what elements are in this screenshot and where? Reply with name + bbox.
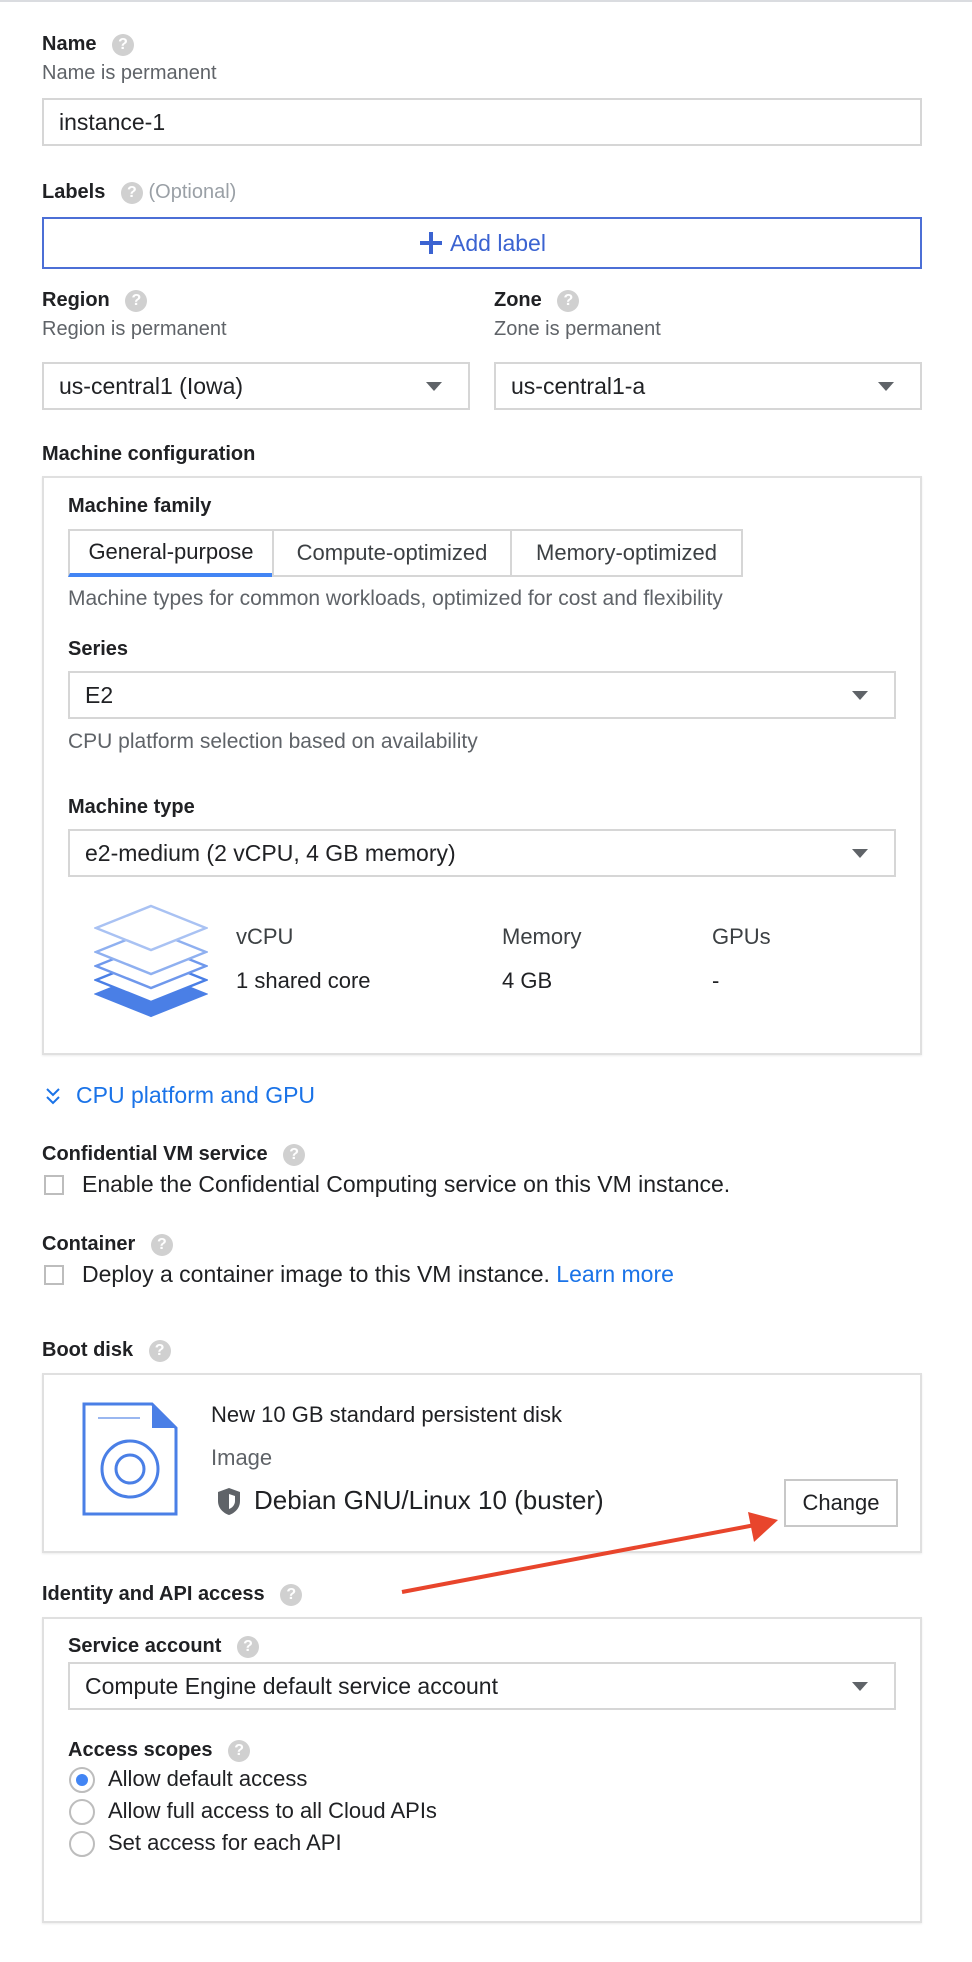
confidential-vm-label: Confidential VM service ? [42,1143,306,1166]
machine-family-tabs: General-purpose Compute-optimized Memory… [68,529,743,577]
dropdown-caret-icon [852,1682,868,1691]
vcpu-label: vCPU [236,924,294,949]
radio-set-access-each-api[interactable] [69,1831,95,1857]
gpus-value: - [712,968,720,993]
radio-allow-default-access[interactable] [69,1767,95,1793]
container-label-text: Container [42,1233,136,1255]
container-label: Container ? [42,1233,173,1256]
confidential-vm-checkbox-label: Enable the Confidential Computing servic… [82,1171,731,1197]
cpu-platform-gpu-text: CPU platform and GPU [76,1082,316,1108]
boot-disk-title: New 10 GB standard persistent disk [211,1402,562,1427]
cpu-platform-gpu-link[interactable]: CPU platform and GPU [44,1082,315,1109]
boot-disk-image-label: Image [211,1445,273,1470]
name-label: Name ? [42,33,135,56]
dropdown-caret-icon [852,849,868,858]
container-checkbox-text: Deploy a container image to this VM inst… [82,1261,550,1287]
radio-allow-full-access[interactable] [69,1799,95,1825]
region-label-text: Region [42,289,110,311]
access-scopes-label: Access scopes ? [68,1739,251,1762]
region-label: Region ? [42,289,148,312]
help-icon[interactable]: ? [125,289,148,312]
shield-icon [218,1487,240,1515]
series-select-value: E2 [85,681,114,708]
name-input-value: instance-1 [59,108,166,135]
identity-api-label: Identity and API access ? [42,1583,303,1606]
series-select[interactable]: E2 [68,671,896,719]
help-icon[interactable]: ? [283,1143,306,1166]
plus-icon [420,232,443,254]
container-checkbox-label: Deploy a container image to this VM inst… [82,1261,674,1288]
identity-api-label-text: Identity and API access [42,1583,265,1605]
series-desc: CPU platform selection based on availabi… [68,730,478,753]
dropdown-caret-icon [426,382,442,391]
boot-disk-label-text: Boot disk [42,1339,134,1361]
service-account-select[interactable]: Compute Engine default service account [68,1662,896,1710]
name-input[interactable]: instance-1 [42,98,922,146]
labels-optional: (Optional) [148,181,237,203]
top-divider [0,0,972,2]
learn-more-link[interactable]: Learn more [556,1261,674,1287]
machine-config-title: Machine configuration [42,443,256,465]
help-icon[interactable]: ? [148,1339,171,1362]
zone-select[interactable]: us-central1-a [494,362,922,410]
boot-disk-label: Boot disk ? [42,1339,171,1362]
dropdown-caret-icon [878,382,894,391]
service-account-label: Service account ? [68,1635,259,1658]
region-select-value: us-central1 (Iowa) [59,372,244,399]
zone-select-value: us-central1-a [511,372,646,399]
access-scopes-label-text: Access scopes [68,1739,213,1761]
disk-file-icon [82,1402,178,1516]
service-account-select-value: Compute Engine default service account [85,1672,498,1699]
machine-type-select[interactable]: e2-medium (2 vCPU, 4 GB memory) [68,829,896,877]
identity-api-card: Service account ? Compute Engine default… [42,1617,922,1923]
series-label: Series [68,638,129,660]
help-icon[interactable]: ? [120,181,143,204]
name-sub: Name is permanent [42,62,217,84]
help-icon[interactable]: ? [557,289,580,312]
change-boot-disk-button[interactable]: Change [784,1479,898,1527]
gpus-label: GPUs [712,924,771,949]
region-select[interactable]: us-central1 (Iowa) [42,362,470,410]
labels-label: Labels ? (Optional) [42,181,236,204]
dropdown-caret-icon [852,691,868,700]
confidential-vm-checkbox[interactable] [44,1175,64,1195]
help-icon[interactable]: ? [236,1635,259,1658]
labels-label-text: Labels [42,181,106,203]
help-icon[interactable]: ? [112,33,135,56]
annotation-arrow [401,1512,778,1594]
confidential-vm-label-text: Confidential VM service [42,1143,268,1165]
help-icon[interactable]: ? [280,1583,303,1606]
add-label-button[interactable]: Add label [42,217,922,269]
radio-set-access-each-api-label: Set access for each API [108,1830,342,1855]
tab-memory-optimized[interactable]: Memory-optimized [510,529,743,577]
vcpu-value: 1 shared core [236,968,371,993]
machine-family-desc: Machine types for common workloads, opti… [68,587,723,610]
help-icon[interactable]: ? [228,1739,251,1762]
container-checkbox[interactable] [44,1265,64,1285]
machine-type-label: Machine type [68,796,195,818]
memory-value: 4 GB [502,968,553,993]
radio-allow-full-access-label: Allow full access to all Cloud APIs [108,1798,437,1823]
zone-label: Zone ? [494,289,580,312]
tab-compute-optimized[interactable]: Compute-optimized [272,529,512,577]
zone-sub: Zone is permanent [494,318,661,340]
stacked-layers-icon [94,904,208,1018]
radio-allow-default-access-label: Allow default access [108,1766,308,1791]
tab-general-purpose[interactable]: General-purpose [68,529,274,577]
memory-label: Memory [502,924,582,949]
region-sub: Region is permanent [42,318,227,340]
zone-label-text: Zone [494,289,542,311]
machine-type-select-value: e2-medium (2 vCPU, 4 GB memory) [85,839,456,866]
help-icon[interactable]: ? [150,1233,173,1256]
service-account-label-text: Service account [68,1635,222,1657]
double-chevron-down-icon [46,1087,60,1104]
machine-family-label: Machine family [68,495,212,517]
machine-config-card: Machine family General-purpose Compute-o… [42,476,922,1055]
add-label-text: Add label [450,229,546,256]
name-label-text: Name [42,33,97,55]
